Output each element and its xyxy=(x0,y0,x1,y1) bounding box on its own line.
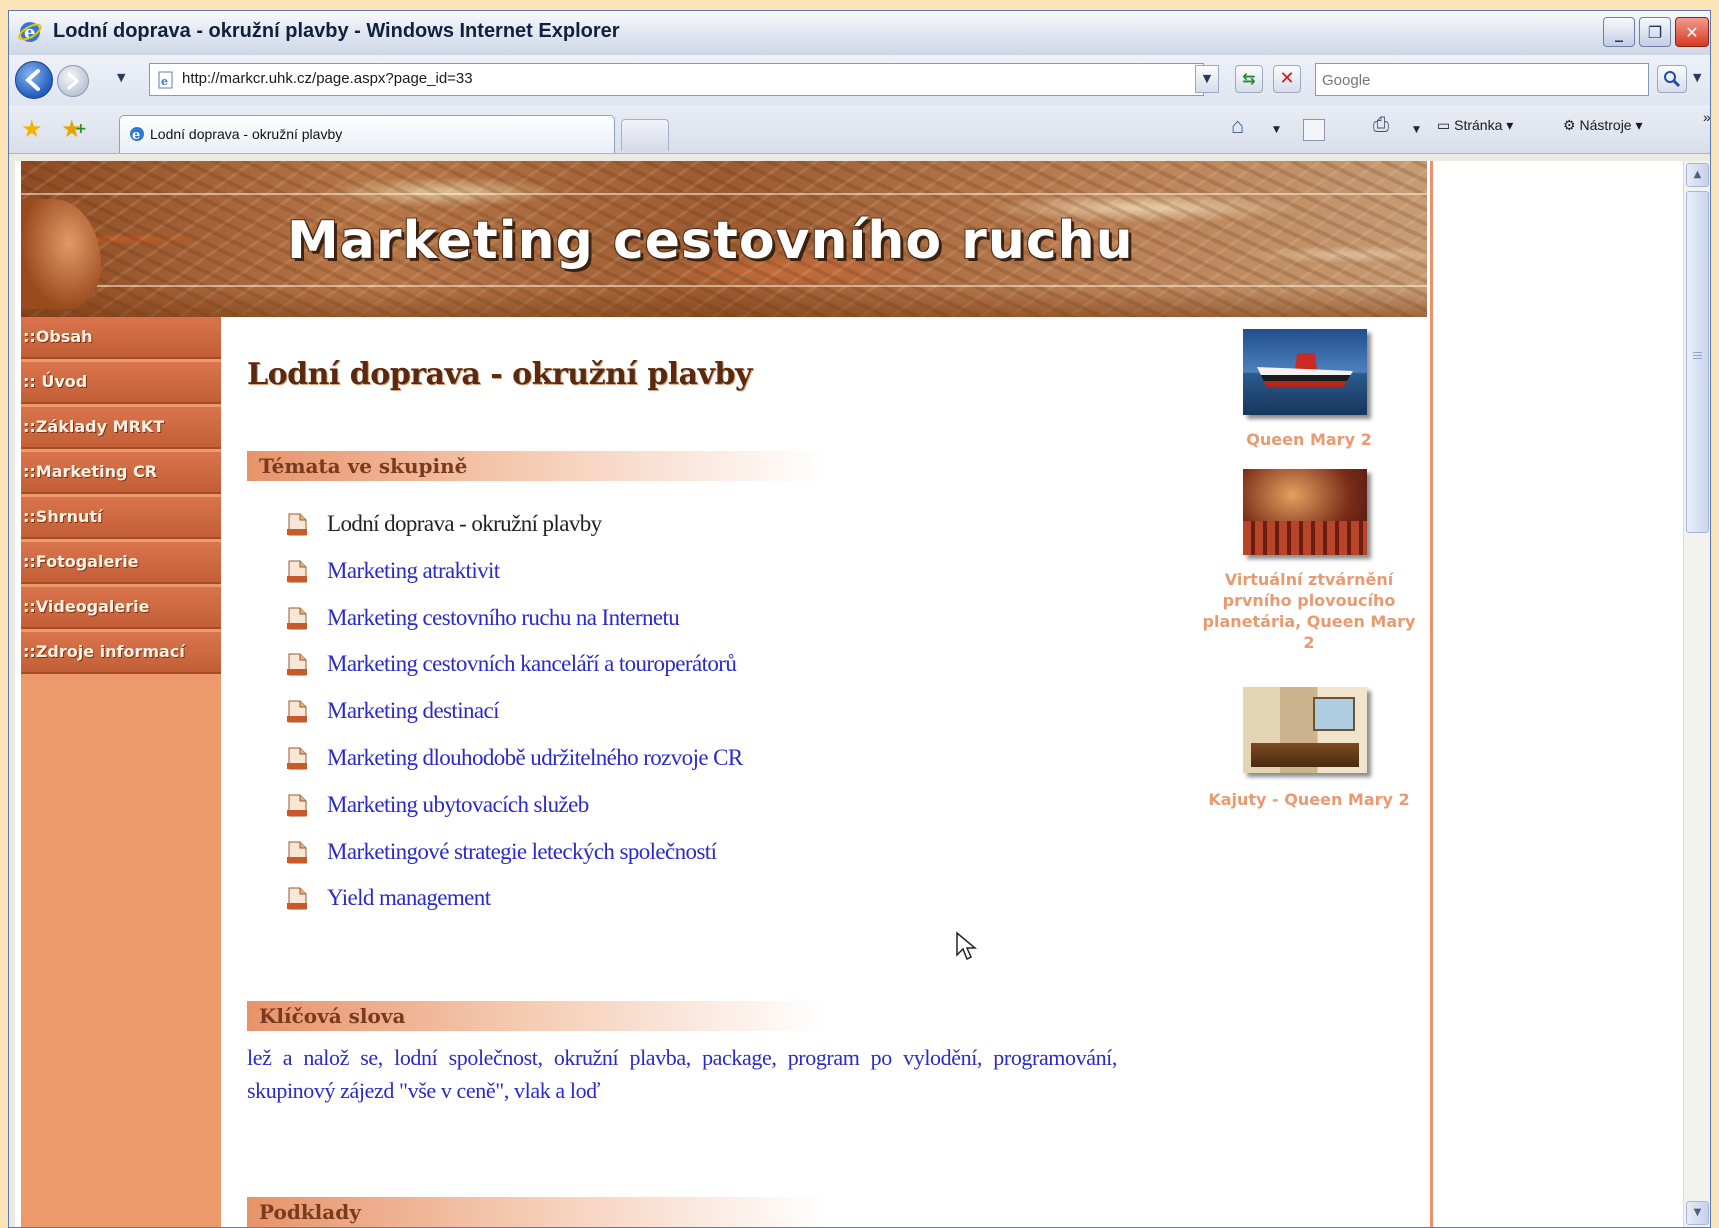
svg-text:e: e xyxy=(132,128,140,143)
internet-explorer-icon: e xyxy=(128,125,146,147)
browser-window: e Lodní doprava - okružní plavby - Windo… xyxy=(8,10,1711,1228)
sidebar-item-marketing-cr[interactable]: ::Marketing CR xyxy=(21,452,221,494)
internet-explorer-icon: e xyxy=(17,19,43,49)
ship-photo[interactable] xyxy=(1243,329,1367,415)
tools-menu-button[interactable]: ⚙ Nástroje ▾ xyxy=(1563,117,1643,134)
refresh-button[interactable]: ⇆ xyxy=(1235,65,1263,93)
search-input[interactable] xyxy=(1320,65,1644,96)
topic-link[interactable]: Marketing dlouhodobě udržitelného rozvoj… xyxy=(327,745,743,771)
tools-menu-label: Nástroje xyxy=(1579,117,1632,133)
search-box[interactable] xyxy=(1315,63,1649,96)
sidebar-item-videogalerie[interactable]: ::Videogalerie xyxy=(21,587,221,629)
gear-icon: ⚙ xyxy=(1563,117,1580,133)
arrow-left-icon xyxy=(25,69,40,91)
site-page: Marketing cestovního ruchu ::Obsah :: Úv… xyxy=(21,161,1433,1227)
history-dropdown-icon[interactable]: ▼ xyxy=(117,71,125,84)
sidebar-menu: ::Obsah :: Úvod ::Základy MRKT ::Marketi… xyxy=(21,317,221,1227)
title-bar: e Lodní doprava - okružní plavby - Windo… xyxy=(9,11,1710,56)
address-bar[interactable]: e http://markcr.uhk.cz/page.aspx?page_id… xyxy=(149,63,1204,96)
cabin-photo[interactable] xyxy=(1243,687,1367,773)
stop-button[interactable]: ✕ xyxy=(1273,65,1301,93)
sidebar-item-fotogalerie[interactable]: ::Fotogalerie xyxy=(21,542,221,584)
print-dropdown-icon[interactable]: ▼ xyxy=(1413,125,1420,135)
search-button[interactable] xyxy=(1657,65,1687,93)
sidebar-item-uvod[interactable]: :: Úvod xyxy=(21,362,221,404)
page-viewport: Marketing cestovního ruchu ::Obsah :: Úv… xyxy=(15,161,1691,1227)
keywords-text: lež a nalož se, lodní společnost, okružn… xyxy=(247,1045,1117,1103)
main-content: Lodní doprava - okružní plavby Témata ve… xyxy=(241,317,1181,1227)
sidebar-item-zdroje-informaci[interactable]: ::Zdroje informací xyxy=(21,632,221,674)
address-url[interactable]: http://markcr.uhk.cz/page.aspx?page_id=3… xyxy=(182,70,473,87)
tab-bar: ★ ★ e Lodní doprava - okružní plavby ⌂ ▼… xyxy=(9,105,1710,154)
document-icon xyxy=(287,794,307,817)
navigation-bar: ▼ e http://markcr.uhk.cz/page.aspx?page_… xyxy=(9,55,1710,105)
forward-button[interactable] xyxy=(57,65,89,97)
page-title: Lodní doprava - okružní plavby xyxy=(247,357,752,392)
minimize-button[interactable]: _ xyxy=(1603,17,1635,47)
add-favorites-icon[interactable]: ★ xyxy=(61,115,86,143)
svg-text:e: e xyxy=(161,75,168,88)
favorites-star-icon[interactable]: ★ xyxy=(21,115,43,143)
gallery-caption[interactable]: Kajuty - Queen Mary 2 xyxy=(1201,789,1417,810)
topic-link[interactable]: Marketing ubytovacích služeb xyxy=(327,792,589,818)
close-button[interactable]: ✕ xyxy=(1675,17,1709,47)
arrow-right-icon xyxy=(67,72,80,90)
book-illustration xyxy=(21,199,101,309)
document-icon xyxy=(287,700,307,723)
planetarium-photo[interactable] xyxy=(1243,469,1367,555)
banner-rule xyxy=(21,193,1427,195)
scroll-up-button[interactable]: ▲ xyxy=(1686,163,1709,187)
document-icon xyxy=(287,513,307,536)
gallery-caption[interactable]: Virtuální ztvárnění prvního plovoucího p… xyxy=(1201,569,1417,653)
page-menu-icon: ▭ xyxy=(1437,117,1455,133)
tab-label: Lodní doprava - okružní plavby xyxy=(150,126,343,142)
topics-heading: Témata ve skupině xyxy=(247,451,887,481)
back-button[interactable] xyxy=(15,61,53,99)
maximize-button[interactable]: ❐ xyxy=(1639,17,1671,47)
keywords-heading: Klíčová slova xyxy=(247,1001,887,1031)
page-menu-label: Stránka xyxy=(1454,117,1503,133)
sidebar-item-shrnuti[interactable]: ::Shrnutí xyxy=(21,497,221,539)
toolbar-overflow-button[interactable]: » xyxy=(1703,109,1710,125)
document-icon xyxy=(287,607,307,630)
document-icon xyxy=(287,747,307,770)
document-icon xyxy=(287,653,307,676)
topic-link[interactable]: Yield management xyxy=(327,885,491,911)
search-options-dropdown-icon[interactable]: ▼ xyxy=(1693,71,1701,84)
home-dropdown-icon[interactable]: ▼ xyxy=(1273,125,1280,135)
feeds-icon[interactable] xyxy=(1303,119,1325,141)
next-section-heading: Podklady xyxy=(247,1197,887,1227)
window-title: Lodní doprava - okružní plavby - Windows… xyxy=(53,20,620,42)
scroll-thumb[interactable] xyxy=(1686,191,1709,533)
search-icon xyxy=(1664,71,1681,88)
banner-rule xyxy=(21,285,1427,287)
topic-link[interactable]: Marketing atraktivit xyxy=(327,558,500,584)
topic-link[interactable]: Marketing cestovního ruchu na Internetu xyxy=(327,605,680,631)
home-icon[interactable]: ⌂ xyxy=(1231,113,1244,139)
topic-current: Lodní doprava - okružní plavby xyxy=(327,511,602,536)
page-icon: e xyxy=(158,71,173,89)
address-dropdown-button[interactable]: ▼ xyxy=(1195,65,1219,93)
sidebar-item-obsah[interactable]: ::Obsah xyxy=(21,317,221,359)
page-menu-button[interactable]: ▭ Stránka ▾ xyxy=(1437,117,1513,134)
document-icon xyxy=(287,887,307,910)
topic-link[interactable]: Marketing destinací xyxy=(327,698,500,724)
topic-link[interactable]: Marketing cestovních kanceláří a tourope… xyxy=(327,651,737,677)
sidebar-item-zaklady-mrkt[interactable]: ::Základy MRKT xyxy=(21,407,221,449)
mouse-cursor-icon xyxy=(956,931,977,961)
document-icon xyxy=(287,560,307,583)
print-icon[interactable]: ⎙ xyxy=(1373,114,1389,137)
tab-current[interactable]: e Lodní doprava - okružní plavby xyxy=(119,115,615,153)
document-icon xyxy=(287,841,307,864)
new-tab-button[interactable] xyxy=(621,119,669,151)
topic-link[interactable]: Marketingové strategie leteckých společn… xyxy=(327,839,717,865)
vertical-scrollbar[interactable]: ▲ ▼ xyxy=(1683,161,1710,1227)
scroll-down-button[interactable]: ▼ xyxy=(1686,1201,1709,1225)
banner-title: Marketing cestovního ruchu xyxy=(287,211,1134,271)
gallery-caption[interactable]: Queen Mary 2 xyxy=(1201,429,1417,450)
site-banner: Marketing cestovního ruchu xyxy=(21,161,1427,317)
